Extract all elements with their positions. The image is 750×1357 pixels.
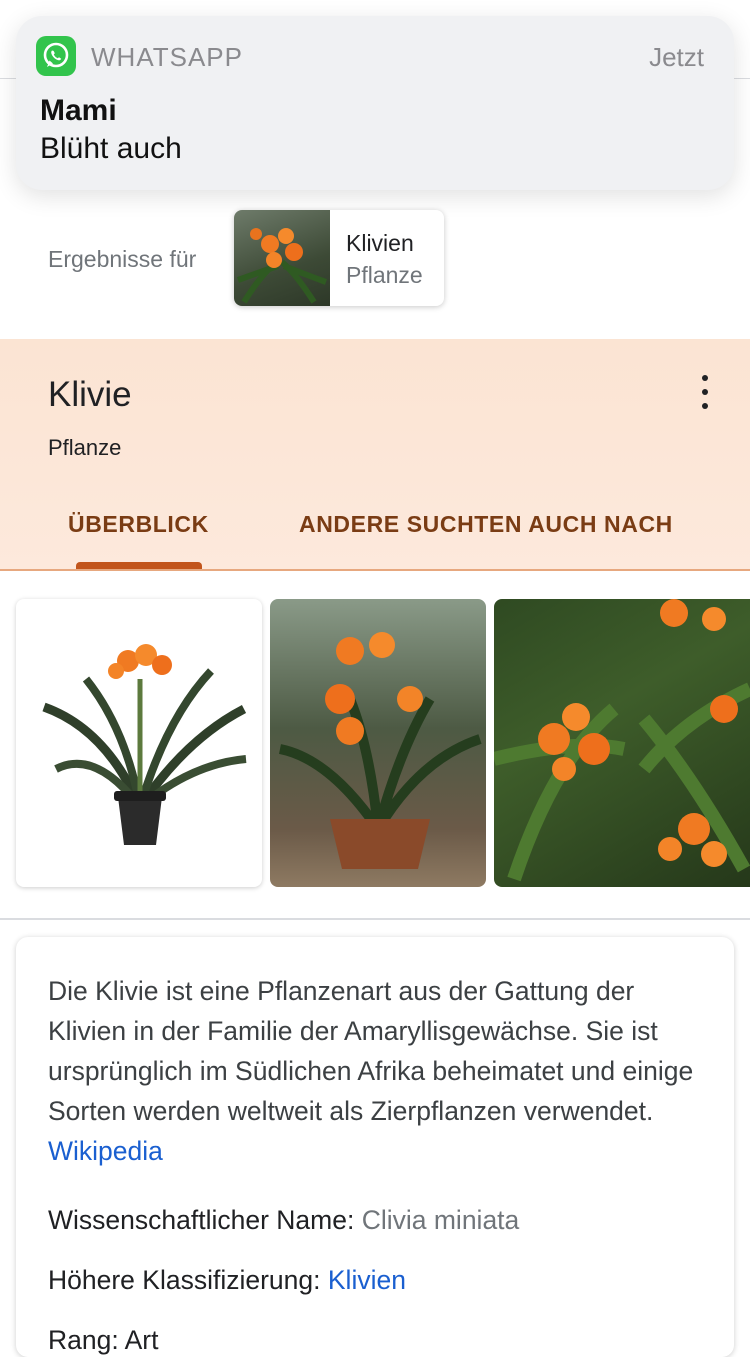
wikipedia-link[interactable]: Wikipedia [48,1136,163,1166]
notification-app-name: WHATSAPP [91,42,243,72]
fact-value: Clivia miniata [361,1205,520,1235]
chip-subtitle: Pflanze [346,262,423,288]
entity-subtitle: Pflanze [48,435,122,460]
description-text: Die Klivie ist eine Pflanzenart aus der … [48,971,708,1171]
tab-overview[interactable]: ÜBERBLICK [68,511,209,538]
notification-time: Jetzt [649,42,704,72]
fact-higher-classification: Höhere Klassifizierung: Klivien [48,1265,406,1296]
fact-rank: Rang: Art [48,1325,158,1356]
knowledge-panel-header: Klivie Pflanze ÜBERBLICK ANDERE SUCHTEN … [0,339,750,571]
description-card: Die Klivie ist eine Pflanzenart aus der … [16,937,734,1357]
description-body: Die Klivie ist eine Pflanzenart aus der … [48,976,694,1126]
results-for-label: Ergebnisse für [48,246,197,272]
whatsapp-icon [36,36,76,76]
chip-title: Klivien [346,230,414,256]
fact-scientific-name: Wissenschaftlicher Name: Clivia miniata [48,1205,519,1236]
header-divider [0,569,750,571]
plant-image-closeup[interactable] [494,599,750,887]
result-entity-chip[interactable]: Klivien Pflanze [234,210,444,306]
notification-sender: Mami [40,94,117,127]
plant-image-potted[interactable] [16,599,262,887]
plant-image-greenhouse[interactable] [270,599,486,887]
fact-label: Wissenschaftlicher Name: [48,1205,355,1235]
entity-title: Klivie [48,375,132,414]
notification-message: Blüht auch [40,132,182,165]
section-divider [0,918,750,920]
more-options-icon[interactable] [692,373,718,411]
tab-others-also-searched[interactable]: ANDERE SUCHTEN AUCH NACH [299,511,673,538]
fact-label: Höhere Klassifizierung: [48,1265,321,1295]
whatsapp-notification[interactable]: WHATSAPP Jetzt Mami Blüht auch [16,16,734,190]
clivia-thumbnail-image [234,210,330,306]
fact-label: Rang: Art [48,1325,159,1355]
classification-link[interactable]: Klivien [328,1265,406,1295]
